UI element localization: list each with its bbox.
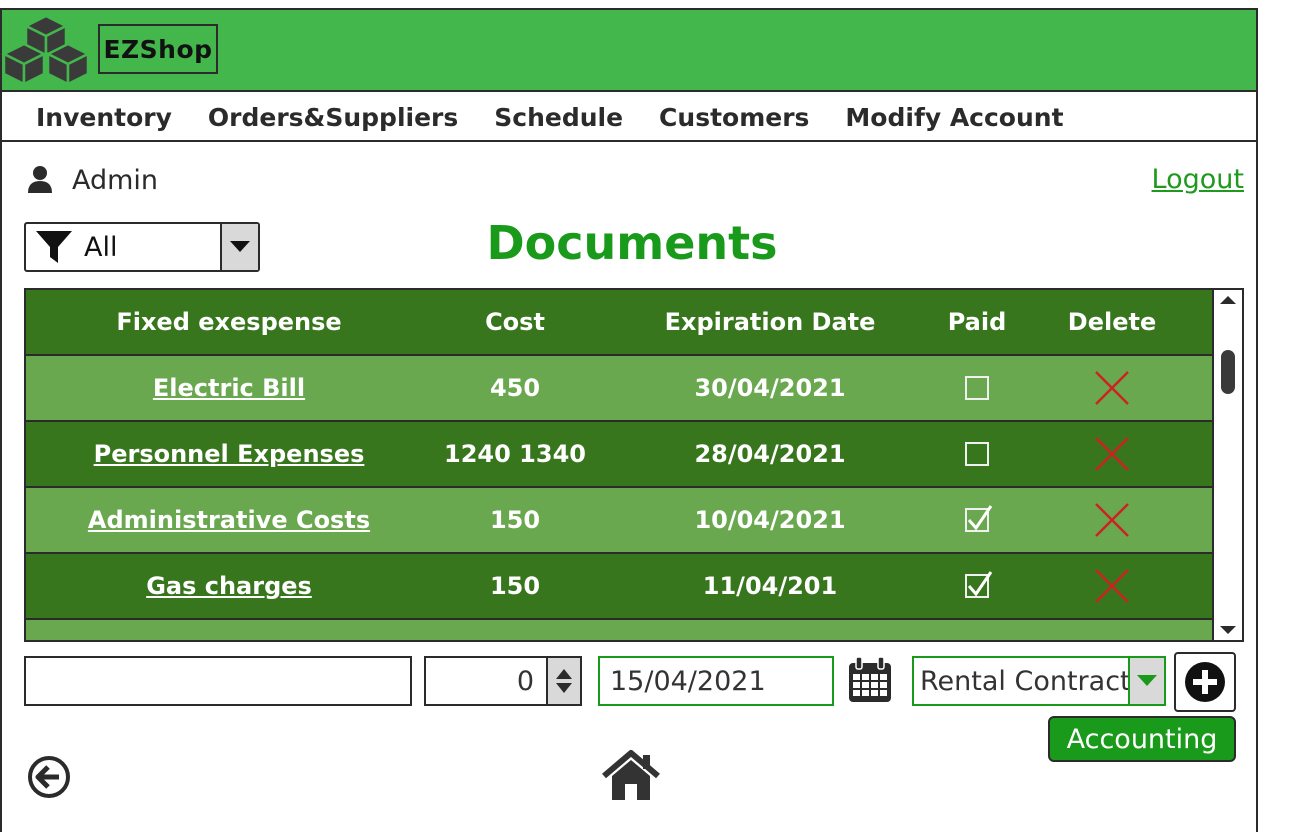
delete-x-icon[interactable] [1094, 568, 1130, 604]
paid-checkbox[interactable] [965, 571, 993, 598]
document-type-select[interactable]: Rental Contract [912, 656, 1166, 706]
scrollbar-thumb[interactable] [1221, 350, 1235, 394]
expense-cost: 450 [489, 374, 541, 402]
nav-inventory[interactable]: Inventory [18, 103, 190, 132]
stepper-up-icon[interactable] [554, 667, 574, 681]
delete-x-icon[interactable] [1094, 436, 1130, 472]
logout-link[interactable]: Logout [1152, 164, 1244, 195]
table-row: Gas charges 150 11/04/201 [26, 554, 1214, 620]
documents-table: Fixed exespense Cost Expiration Date Pai… [24, 288, 1244, 642]
header-bar: EZShop [1, 10, 1256, 92]
paid-checkbox[interactable] [965, 442, 989, 466]
checkmark-icon [967, 505, 993, 531]
table-row: Administrative Costs 150 10/04/2021 [26, 488, 1214, 554]
delete-x-icon[interactable] [1094, 370, 1130, 406]
expense-name-link[interactable]: Administrative Costs [88, 506, 370, 534]
filter-icon [36, 231, 72, 263]
table-header-row: Fixed exespense Cost Expiration Date Pai… [26, 290, 1214, 356]
home-icon[interactable] [600, 750, 662, 802]
header-cost: Cost [485, 308, 545, 336]
filter-dropdown-button[interactable] [220, 224, 258, 270]
nav-schedule[interactable]: Schedule [476, 103, 641, 132]
expense-cost: 150 [489, 572, 541, 600]
nav-customers[interactable]: Customers [641, 103, 827, 132]
nav-orders-suppliers[interactable]: Orders&Suppliers [190, 103, 476, 132]
calendar-icon[interactable] [847, 656, 893, 704]
table-row-partial [26, 620, 1214, 640]
table-row: Electric Bill 450 30/04/2021 [26, 356, 1214, 422]
add-document-button[interactable] [1174, 652, 1236, 712]
expense-date: 10/04/2021 [694, 506, 846, 534]
expense-date: 30/04/2021 [694, 374, 846, 402]
document-type-dropdown-button[interactable] [1128, 658, 1164, 704]
nav-modify-account[interactable]: Modify Account [827, 103, 1081, 132]
expense-name-link[interactable]: Personnel Expenses [94, 440, 365, 468]
back-arrow-icon[interactable] [26, 754, 72, 800]
expense-cost: 1240 1340 [444, 440, 586, 468]
brand-name: EZShop [98, 24, 218, 74]
paid-checkbox[interactable] [965, 376, 989, 400]
scroll-down-arrow-icon[interactable] [1214, 622, 1242, 638]
date-value: 15/04/2021 [610, 665, 766, 697]
stepper-down-icon[interactable] [554, 681, 574, 695]
expense-name-link[interactable]: Electric Bill [153, 374, 305, 402]
page-title: Documents [486, 216, 778, 270]
stepper-buttons[interactable] [546, 658, 580, 704]
filter-dropdown[interactable]: All [24, 222, 260, 272]
accounting-button[interactable]: Accounting [1048, 716, 1236, 762]
plus-circle-icon [1185, 662, 1225, 702]
quantity-value: 0 [516, 665, 534, 697]
header-paid: Paid [947, 308, 1007, 336]
header-delete: Delete [1067, 308, 1157, 336]
checkmark-icon [967, 571, 993, 597]
table-row: Personnel Expenses 1240 1340 28/04/2021 [26, 422, 1214, 488]
delete-x-icon[interactable] [1094, 502, 1130, 538]
caret-down-icon [1137, 675, 1157, 686]
main-nav: Inventory Orders&Suppliers Schedule Cust… [2, 94, 1256, 142]
user-info: Admin [26, 160, 158, 200]
expense-date: 28/04/2021 [694, 440, 846, 468]
filter-value: All [84, 231, 118, 263]
caret-down-icon [230, 241, 250, 252]
expense-cost: 150 [489, 506, 541, 534]
quantity-stepper[interactable]: 0 [424, 656, 582, 706]
paid-checkbox[interactable] [965, 505, 993, 532]
document-type-value: Rental Contract [920, 665, 1128, 697]
table-scrollbar[interactable] [1212, 290, 1242, 640]
scroll-up-arrow-icon[interactable] [1214, 292, 1242, 308]
expense-name-input[interactable] [24, 656, 412, 706]
header-fixed-expense: Fixed exespense [116, 308, 342, 336]
expiration-date-input[interactable]: 15/04/2021 [598, 656, 834, 706]
header-expiration-date: Expiration Date [664, 308, 876, 336]
expense-name-link[interactable]: Gas charges [146, 572, 312, 600]
cubes-logo-icon [1, 14, 91, 87]
user-icon [28, 166, 52, 193]
app-window: EZShop Inventory Orders&Suppliers Schedu… [0, 8, 1258, 832]
expense-date: 11/04/201 [702, 572, 838, 600]
user-name: Admin [72, 164, 159, 196]
